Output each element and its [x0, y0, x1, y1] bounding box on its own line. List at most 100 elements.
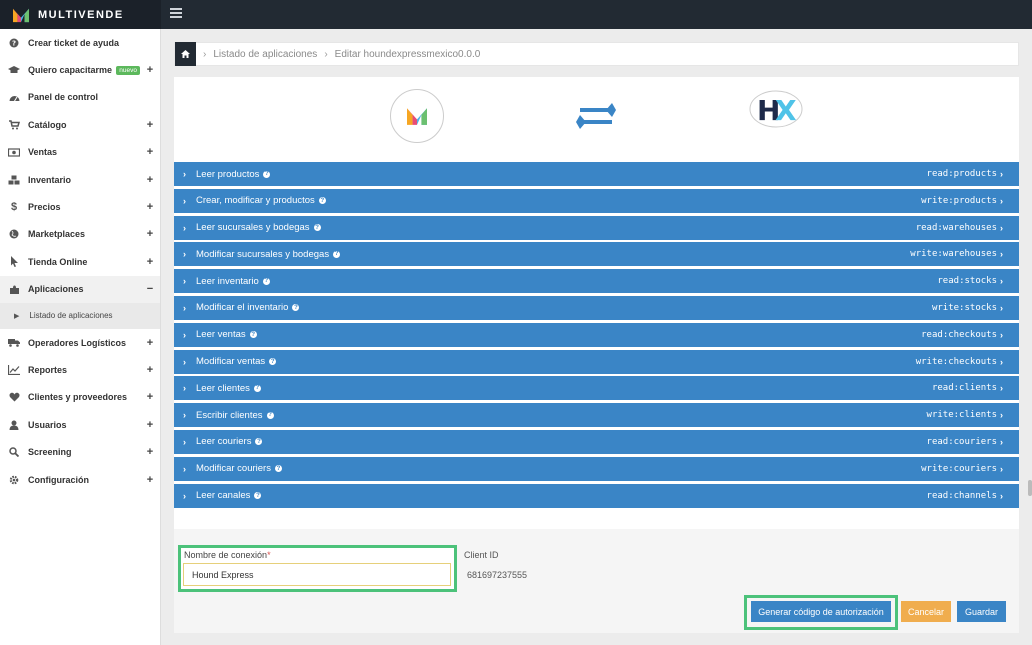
question-icon[interactable]: ?: [292, 304, 300, 312]
expand-icon[interactable]: +: [146, 337, 154, 349]
sidebar-item-usuarios[interactable]: Usuarios +: [0, 411, 160, 438]
sidebar-item-crear-ticket[interactable]: ? Crear ticket de ayuda: [0, 29, 160, 56]
expand-icon[interactable]: +: [146, 391, 154, 403]
permission-label: Leer sucursales y bodegas: [196, 222, 310, 234]
dollar-icon: $: [10, 201, 18, 214]
chevron-right-icon: ›: [183, 463, 186, 474]
sidebar-item-reportes[interactable]: Reportes +: [0, 356, 160, 383]
permission-row[interactable]: › Modificar el inventario? write:stocks ›: [174, 295, 1019, 320]
sidebar-item-ventas[interactable]: Ventas +: [0, 139, 160, 166]
sidebar-item-panel-control[interactable]: Panel de control: [0, 84, 160, 111]
permission-label: Escribir clientes: [196, 409, 263, 421]
chevron-right-icon: ›: [183, 222, 186, 233]
expand-icon[interactable]: +: [146, 174, 154, 186]
permission-scope: write:stocks: [931, 302, 997, 313]
permission-row[interactable]: › Leer couriers? read:couriers ›: [174, 429, 1019, 454]
question-icon[interactable]: ?: [249, 331, 257, 339]
permission-row[interactable]: › Modificar couriers? write:couriers ›: [174, 456, 1019, 481]
question-icon[interactable]: ?: [262, 277, 270, 285]
chevron-right-icon: ›: [1000, 490, 1003, 501]
connection-name-input[interactable]: [183, 563, 451, 586]
sidebar-item-label: Crear ticket de ayuda: [28, 37, 120, 48]
main-content: › Listado de aplicaciones › Editar hound…: [161, 29, 1032, 645]
exchange-arrows-icon: [576, 103, 616, 129]
generate-auth-code-button[interactable]: Generar código de autorización: [751, 601, 891, 622]
save-button[interactable]: Guardar: [957, 601, 1006, 622]
sidebar-item-clientes-proveedores[interactable]: Clientes y proveedores +: [0, 384, 160, 411]
question-icon[interactable]: ?: [318, 197, 326, 205]
home-icon[interactable]: [175, 42, 196, 66]
breadcrumb-applications-link[interactable]: Listado de aplicaciones: [213, 49, 317, 60]
permission-row[interactable]: › Escribir clientes? write:clients ›: [174, 403, 1019, 428]
connection-name-label: Nombre de conexión*: [184, 550, 271, 560]
question-icon[interactable]: ?: [313, 224, 321, 232]
collapse-icon[interactable]: −: [146, 283, 154, 295]
sidebar-item-inventario[interactable]: Inventario +: [0, 166, 160, 193]
sidebar-item-precios[interactable]: $ Precios +: [0, 193, 160, 220]
permission-scope: read:channels: [926, 490, 997, 501]
sidebar-item-configuracion[interactable]: Configuración +: [0, 466, 160, 493]
permission-row[interactable]: › Crear, modificar y productos? write:prod…: [174, 188, 1019, 213]
sidebar-item-aplicaciones[interactable]: Aplicaciones −: [0, 275, 160, 303]
search-icon: [8, 446, 20, 458]
permission-scope: write:products: [921, 195, 997, 206]
permission-row[interactable]: › Modificar ventas? write:checkouts ›: [174, 349, 1019, 374]
sidebar-item-label: Clientes y proveedores: [28, 392, 128, 403]
sidebar-item-tienda-online[interactable]: Tienda Online +: [0, 248, 160, 275]
expand-icon[interactable]: +: [146, 64, 154, 76]
truck-icon: [8, 337, 20, 349]
permission-row[interactable]: › Modificar sucursales y bodegas? write:wa…: [174, 242, 1019, 267]
sidebar-item-label: Ventas: [28, 147, 58, 158]
sidebar-item-label: Precios: [28, 202, 61, 213]
expand-icon[interactable]: +: [146, 146, 154, 158]
expand-icon[interactable]: +: [146, 364, 154, 376]
caret-right-icon: ▶: [14, 312, 20, 320]
pointer-icon: [8, 256, 20, 268]
question-icon[interactable]: ?: [266, 411, 274, 419]
permission-label: Modificar sucursales y bodegas: [196, 248, 330, 260]
app-edit-panel: H X › Leer productos? read:products › › Crear…: [174, 77, 1019, 633]
question-icon[interactable]: ?: [274, 465, 282, 473]
chevron-right-icon: ›: [183, 169, 186, 179]
permission-row[interactable]: › Leer inventario? read:stocks ›: [174, 269, 1019, 294]
sidebar-subitem-listado-aplicaciones[interactable]: ▶ Listado de aplicaciones: [0, 302, 160, 329]
permission-row[interactable]: › Leer productos? read:products ›: [174, 162, 1019, 186]
question-icon[interactable]: ?: [269, 358, 277, 366]
sidebar-item-label: Screening: [28, 447, 72, 458]
sidebar-item-marketplaces[interactable]: Marketplaces +: [0, 221, 160, 248]
permission-row[interactable]: › Leer sucursales y bodegas? read:warehous…: [174, 215, 1019, 240]
sidebar-item-operadores-logisticos[interactable]: Operadores Logísticos +: [0, 329, 160, 356]
sidebar-item-catalogo[interactable]: Catálogo +: [0, 111, 160, 138]
chevron-right-icon: ›: [183, 329, 186, 340]
sidebar-item-label: Quiero capacitarme: [28, 65, 113, 76]
cart-icon: [8, 119, 20, 131]
cancel-button[interactable]: Cancelar: [901, 601, 951, 622]
expand-icon[interactable]: +: [146, 419, 154, 431]
question-icon[interactable]: ?: [255, 438, 263, 446]
connection-form: Nombre de conexión* Client ID 6816972375…: [174, 529, 1019, 633]
expand-icon[interactable]: +: [146, 446, 154, 458]
permission-scope: write:warehouses: [910, 249, 997, 260]
question-icon[interactable]: ?: [333, 250, 341, 258]
expand-icon[interactable]: +: [146, 256, 154, 268]
expand-icon[interactable]: +: [146, 228, 154, 240]
sidebar-item-capacitarme[interactable]: Quiero capacitarme nuevo +: [0, 56, 160, 83]
question-icon[interactable]: ?: [263, 170, 271, 178]
chevron-right-icon: ›: [183, 302, 186, 313]
permission-row[interactable]: › Leer ventas? read:checkouts ›: [174, 322, 1019, 347]
expand-icon[interactable]: +: [146, 201, 154, 213]
sidebar-item-screening[interactable]: Screening +: [0, 438, 160, 465]
permission-row[interactable]: › Leer clientes? read:clients ›: [174, 376, 1019, 401]
chevron-right-icon: ›: [1000, 356, 1003, 367]
sidebar: ? Crear ticket de ayuda Quiero capacitar…: [0, 29, 161, 645]
question-icon[interactable]: ?: [254, 492, 262, 500]
expand-icon[interactable]: +: [146, 119, 154, 131]
menu-toggle-icon[interactable]: [170, 8, 182, 20]
scrollbar[interactable]: [1028, 480, 1032, 496]
question-icon[interactable]: ?: [253, 384, 261, 392]
brand[interactable]: MULTIVENDE: [0, 0, 161, 29]
permission-label: Leer couriers: [196, 436, 252, 448]
expand-icon[interactable]: +: [146, 474, 154, 486]
svg-text:X: X: [775, 94, 797, 127]
permission-row[interactable]: › Leer canales? read:channels ›: [174, 483, 1019, 508]
